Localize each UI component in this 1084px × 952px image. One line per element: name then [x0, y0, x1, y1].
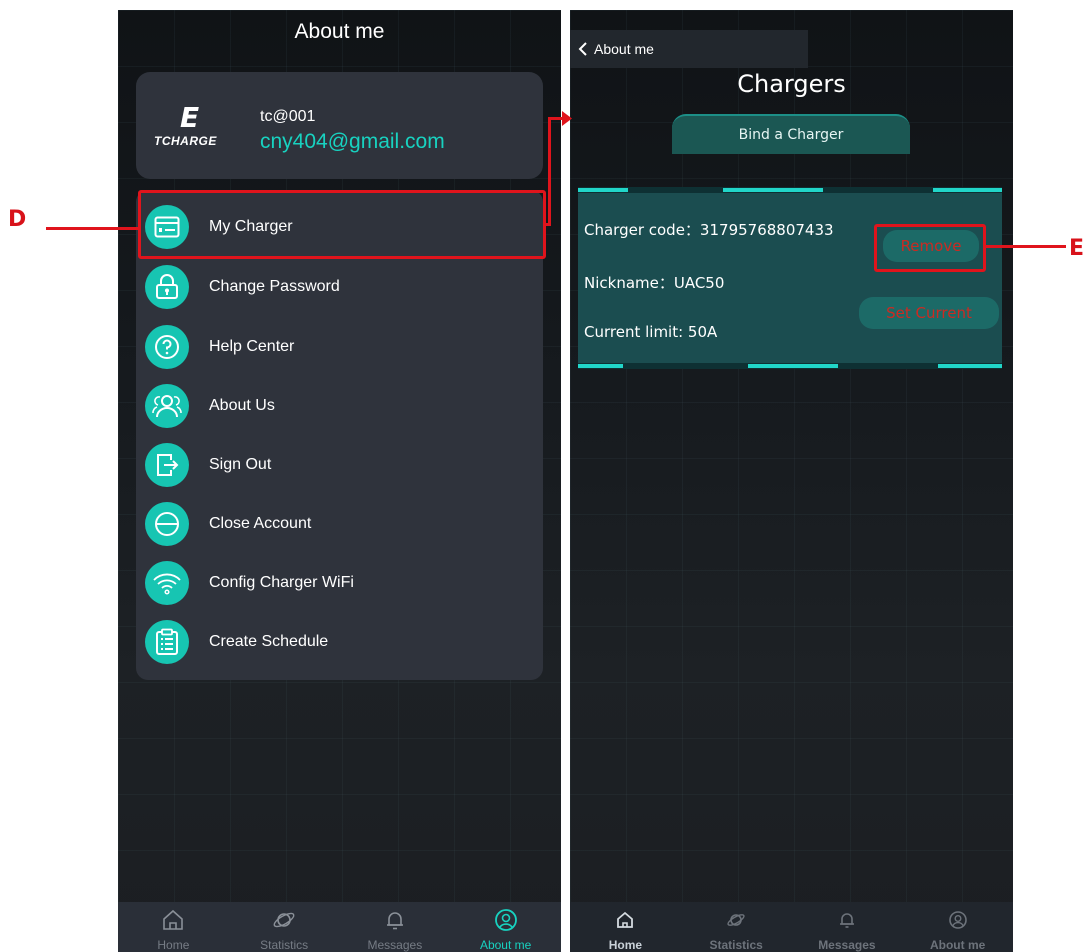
menu-label: Help Center [209, 338, 295, 355]
tab-home[interactable]: Home [570, 902, 681, 952]
profile-card: E TCHARGE tc@001 cny404@gmail.com [136, 72, 543, 179]
tab-messages[interactable]: Messages [792, 902, 903, 952]
menu-item-help-center[interactable]: Help Center [136, 318, 543, 376]
menu-label: Change Password [209, 278, 340, 295]
tab-messages[interactable]: Messages [340, 902, 451, 952]
user-circle-icon [494, 909, 517, 931]
home-icon [617, 911, 634, 928]
highlight-remove [874, 224, 986, 272]
charger-nickname: Nickname：UAC50 [584, 274, 725, 292]
tab-home[interactable]: Home [118, 902, 229, 952]
bell-icon [386, 912, 403, 930]
chevron-left-icon [578, 42, 587, 56]
bind-charger-button[interactable]: Bind a Charger [672, 114, 910, 154]
tab-about-me[interactable]: About me [450, 902, 561, 952]
marker-d: D [8, 207, 27, 232]
back-button[interactable]: About me [570, 30, 808, 68]
users-icon [145, 384, 189, 428]
planet-icon [727, 914, 745, 926]
profile-username: tc@001 [260, 108, 316, 125]
tab-label: About me [479, 938, 532, 952]
card-top-strip [578, 187, 1002, 193]
bottom-tab-bar: Home Statistics Messages About me [118, 902, 561, 952]
settings-menu: My Charger Change Password Help Center A… [136, 190, 543, 680]
connector-line [46, 227, 138, 230]
charger-code: Charger code：31795768807433 [584, 221, 834, 239]
tab-label: Messages [818, 938, 876, 952]
menu-label: About Us [209, 397, 275, 414]
bottom-tab-bar: Home Statistics Messages About me [570, 902, 1013, 952]
tab-label: Messages [367, 938, 423, 952]
wifi-icon [145, 561, 189, 605]
tab-label: About me [929, 938, 986, 952]
set-current-button[interactable]: Set Current [859, 297, 999, 329]
clipboard-icon [145, 620, 189, 664]
tab-label: Home [608, 938, 643, 952]
menu-item-sign-out[interactable]: Sign Out [136, 436, 543, 494]
tab-statistics[interactable]: Statistics [229, 902, 340, 952]
tab-statistics[interactable]: Statistics [681, 902, 792, 952]
arrow-head-icon [562, 111, 572, 126]
tab-label: Statistics [260, 938, 309, 952]
menu-item-change-password[interactable]: Change Password [136, 258, 543, 316]
planet-icon [273, 912, 295, 928]
charger-current-limit: Current limit: 50A [584, 323, 718, 341]
bell-icon [839, 913, 854, 928]
menu-item-config-wifi[interactable]: Config Charger WiFi [136, 554, 543, 612]
profile-email: cny404@gmail.com [260, 130, 445, 153]
lock-icon [145, 265, 189, 309]
page-title: Chargers [737, 70, 846, 98]
card-bottom-strip [578, 363, 1002, 369]
home-icon [163, 909, 184, 930]
menu-item-create-schedule[interactable]: Create Schedule [136, 613, 543, 671]
menu-label: Create Schedule [209, 633, 329, 650]
tcharge-logo: E TCHARGE [150, 104, 240, 152]
logo-mark: E [180, 101, 200, 134]
menu-item-close-account[interactable]: Close Account [136, 495, 543, 553]
highlight-my-charger [138, 190, 546, 259]
logo-wordmark: TCHARGE [154, 134, 217, 148]
page-title: About me [294, 20, 385, 43]
about-me-screen: About me E TCHARGE tc@001 cny404@gmail.c… [118, 10, 561, 952]
chargers-screen: About me Chargers Bind a Charger Charger… [570, 10, 1013, 952]
charger-card: Charger code：31795768807433 Nickname：UAC… [578, 187, 1002, 369]
help-icon [145, 325, 189, 369]
menu-label: Config Charger WiFi [209, 574, 354, 591]
marker-e: E [1069, 236, 1084, 261]
user-circle-icon [948, 911, 967, 929]
menu-label: Sign Out [209, 456, 272, 473]
sign-out-icon [145, 443, 189, 487]
menu-label: Close Account [209, 515, 312, 532]
connector-line [548, 118, 551, 226]
tab-label: Home [157, 938, 190, 952]
tab-about-me[interactable]: About me [902, 902, 1013, 952]
menu-item-about-us[interactable]: About Us [136, 377, 543, 435]
minus-circle-icon [145, 502, 189, 546]
tab-label: Statistics [709, 938, 763, 952]
connector-line [986, 245, 1066, 248]
back-label: About me [594, 41, 654, 57]
